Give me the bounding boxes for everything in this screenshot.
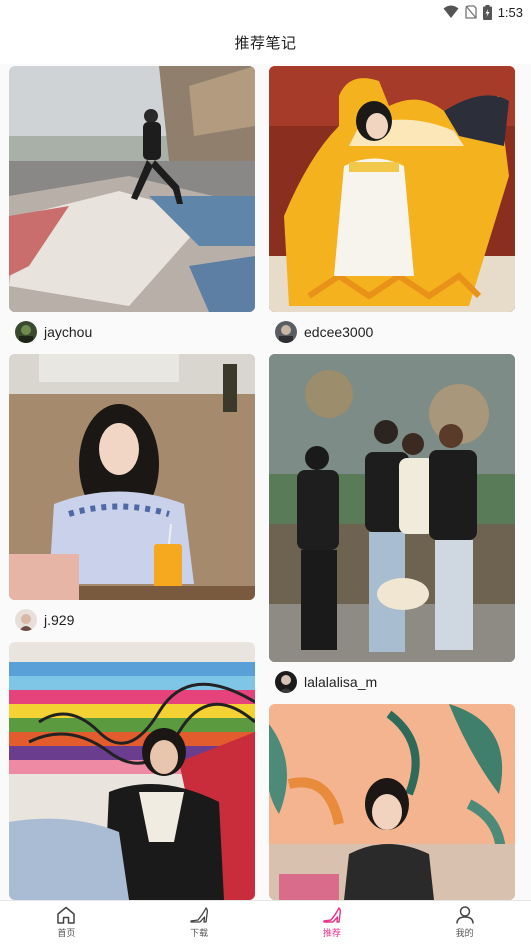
tab-home[interactable]: 首页 bbox=[0, 901, 133, 944]
note-card[interactable]: edcee3000 bbox=[269, 66, 515, 352]
username[interactable]: lalalalisa_m bbox=[304, 674, 377, 690]
heel-shoe-icon bbox=[323, 907, 341, 923]
card-user-row[interactable]: j.929 bbox=[9, 600, 255, 640]
username[interactable]: j.929 bbox=[44, 612, 74, 628]
status-bar: 1:53 bbox=[0, 0, 531, 24]
username[interactable]: jaychou bbox=[44, 324, 92, 340]
no-sim-icon bbox=[465, 5, 477, 19]
tab-profile[interactable]: 我的 bbox=[398, 901, 531, 944]
note-card[interactable]: j.929 bbox=[9, 354, 255, 640]
page-title: 推荐笔记 bbox=[234, 34, 297, 52]
note-card[interactable] bbox=[9, 642, 255, 900]
status-icons: 1:53 bbox=[443, 3, 523, 21]
page-header: 推荐笔记 bbox=[0, 24, 531, 60]
status-time: 1:53 bbox=[497, 4, 523, 20]
note-image-child-dinosaur-costume[interactable] bbox=[269, 66, 515, 312]
card-user-row[interactable]: lalalalisa_m bbox=[269, 662, 515, 702]
note-card[interactable]: lalalalisa_m bbox=[269, 354, 515, 702]
avatar[interactable] bbox=[275, 671, 297, 693]
note-image-four-women-museum[interactable] bbox=[269, 354, 515, 662]
card-user-row[interactable]: edcee3000 bbox=[269, 312, 515, 352]
battery-icon bbox=[482, 4, 492, 20]
avatar[interactable] bbox=[275, 321, 297, 343]
heel-shoe-icon bbox=[190, 907, 209, 923]
note-image-woman-colorful-stairs[interactable] bbox=[9, 642, 255, 900]
tab-label: 首页 bbox=[57, 928, 76, 938]
tab-download[interactable]: 下载 bbox=[133, 901, 266, 944]
card-user-row[interactable]: jaychou bbox=[9, 312, 255, 352]
person-icon bbox=[455, 906, 474, 924]
home-icon bbox=[57, 906, 76, 924]
username[interactable]: edcee3000 bbox=[304, 324, 373, 340]
note-image-woman-cafe[interactable] bbox=[9, 354, 255, 600]
note-image-woman-mural-wall[interactable] bbox=[269, 704, 515, 900]
tab-label: 推荐 bbox=[322, 928, 341, 938]
bottom-tab-bar: 首页 下载 推荐 我的 bbox=[0, 900, 531, 944]
note-card[interactable] bbox=[269, 704, 515, 900]
note-card[interactable]: jaychou bbox=[9, 66, 255, 352]
wifi-icon bbox=[443, 5, 459, 18]
tab-recommend[interactable]: 推荐 bbox=[266, 901, 399, 944]
tab-label: 下载 bbox=[190, 928, 209, 938]
avatar[interactable] bbox=[15, 321, 37, 343]
tab-label: 我的 bbox=[455, 928, 474, 938]
avatar[interactable] bbox=[15, 609, 37, 631]
note-image-man-dancing-street[interactable] bbox=[9, 66, 255, 312]
notes-feed[interactable]: jaychou j.929 edcee3000 lalalalisa_m bbox=[0, 64, 531, 900]
